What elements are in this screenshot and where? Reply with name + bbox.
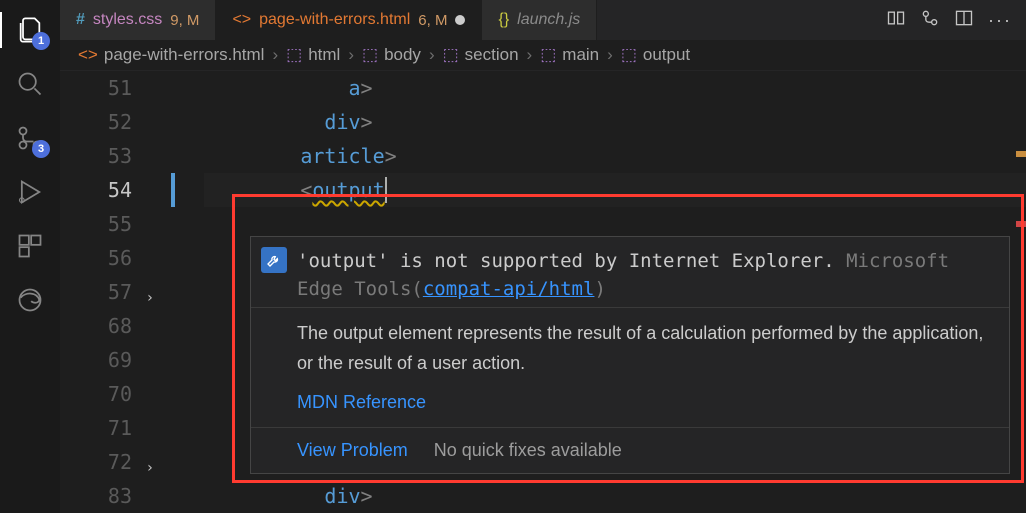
tab-label: page-with-errors.html: [259, 11, 410, 29]
breadcrumb-html[interactable]: ⬚ html: [286, 45, 340, 65]
symbol-icon: ⬚: [286, 45, 302, 65]
fold-chevron-icon[interactable]: ›: [146, 281, 154, 315]
hash-icon: #: [76, 11, 85, 29]
run-debug-icon: [16, 178, 44, 206]
line-number[interactable]: 72›: [60, 445, 132, 479]
line-number[interactable]: 53: [60, 139, 132, 173]
breadcrumb-label: body: [384, 45, 421, 65]
code-line[interactable]: div>: [204, 105, 1026, 139]
tab-page-with-errors[interactable]: <> page-with-errors.html 6, M: [216, 0, 482, 40]
breadcrumb-main[interactable]: ⬚ main: [540, 45, 599, 65]
explorer-badge: 1: [32, 32, 50, 50]
breadcrumb-label: output: [643, 45, 690, 65]
line-number[interactable]: 51: [60, 71, 132, 105]
breadcrumb-section[interactable]: ⬚ section: [443, 45, 519, 65]
symbol-icon: ⬚: [362, 45, 378, 65]
breadcrumb-label: main: [562, 45, 599, 65]
code-line[interactable]: article>: [204, 139, 1026, 173]
chevron-right-icon: ›: [527, 45, 533, 65]
breadcrumb-body[interactable]: ⬚ body: [362, 45, 421, 65]
hover-message-text: 'output' is not supported by Internet Ex…: [297, 250, 835, 272]
line-number[interactable]: 54: [60, 173, 132, 207]
activity-scm[interactable]: 3: [12, 120, 48, 156]
dirty-indicator: [455, 15, 465, 25]
symbol-icon: ⬚: [621, 45, 637, 65]
activity-search[interactable]: [12, 66, 48, 102]
compare-changes-icon[interactable]: [886, 8, 906, 33]
activity-run[interactable]: [12, 174, 48, 210]
braces-icon: {}: [498, 11, 509, 29]
code-line[interactable]: div>: [204, 479, 1026, 513]
hover-message: 'output' is not supported by Internet Ex…: [297, 247, 995, 303]
code-line[interactable]: a>: [204, 71, 1026, 105]
chevron-right-icon: ›: [272, 45, 278, 65]
line-number[interactable]: 56: [60, 241, 132, 275]
line-number[interactable]: 55: [60, 207, 132, 241]
chevron-right-icon: ›: [348, 45, 354, 65]
tab-meta: 6, M: [418, 12, 447, 29]
code-icon: <>: [78, 45, 98, 65]
breadcrumb-file-label: page-with-errors.html: [104, 45, 265, 65]
mdn-reference-link[interactable]: MDN Reference: [297, 392, 426, 412]
activity-extensions[interactable]: [12, 228, 48, 264]
line-number[interactable]: 57›: [60, 275, 132, 309]
line-number[interactable]: 70: [60, 377, 132, 411]
chevron-right-icon: ›: [607, 45, 613, 65]
symbol-icon: ⬚: [443, 45, 459, 65]
minimap-marker: [1016, 151, 1026, 157]
line-number[interactable]: 69: [60, 343, 132, 377]
breadcrumb-label: html: [308, 45, 340, 65]
hover-rule-link[interactable]: compat-api/html: [423, 278, 595, 300]
tab-actions: ···: [872, 0, 1026, 40]
search-icon: [16, 70, 44, 98]
chevron-right-icon: ›: [429, 45, 435, 65]
split-editor-icon[interactable]: [954, 8, 974, 33]
line-number[interactable]: 52: [60, 105, 132, 139]
hover-description: The output element represents the result…: [251, 307, 1009, 392]
breadcrumb-file[interactable]: <> page-with-errors.html: [78, 45, 264, 65]
line-number[interactable]: 83: [60, 479, 132, 513]
line-number-gutter[interactable]: 51525354555657›6869707172›83: [60, 71, 160, 513]
no-quick-fix-label: No quick fixes available: [434, 440, 622, 461]
hover-widget: 'output' is not supported by Internet Ex…: [250, 236, 1010, 474]
tab-label: launch.js: [517, 11, 580, 29]
scm-badge: 3: [32, 140, 50, 158]
code-icon: <>: [232, 11, 251, 29]
activity-edge[interactable]: [12, 282, 48, 318]
view-problem-link[interactable]: View Problem: [297, 440, 408, 461]
more-actions-icon[interactable]: ···: [988, 10, 1012, 31]
fold-chevron-icon[interactable]: ›: [146, 451, 154, 485]
tab-label: styles.css: [93, 11, 162, 29]
tab-bar: # styles.css 9, M <> page-with-errors.ht…: [60, 0, 1026, 40]
symbol-icon: ⬚: [540, 45, 556, 65]
code-line[interactable]: <output: [204, 173, 1026, 207]
activity-explorer[interactable]: 1: [12, 12, 48, 48]
activity-bar: 1 3: [0, 0, 60, 513]
line-number[interactable]: 68: [60, 309, 132, 343]
tab-meta: 9, M: [170, 12, 199, 29]
tab-launch-js[interactable]: {} launch.js: [482, 0, 597, 40]
breadcrumb[interactable]: <> page-with-errors.html › ⬚ html › ⬚ body…: [60, 40, 1026, 71]
edge-icon: [16, 286, 44, 314]
open-changes-icon[interactable]: [920, 8, 940, 33]
tab-styles-css[interactable]: # styles.css 9, M: [60, 0, 216, 40]
line-number[interactable]: 71: [60, 411, 132, 445]
breadcrumb-label: section: [465, 45, 519, 65]
breadcrumb-output[interactable]: ⬚ output: [621, 45, 690, 65]
minimap-marker: [1016, 221, 1026, 227]
extensions-icon: [16, 232, 44, 260]
quick-fix-icon[interactable]: [261, 247, 287, 273]
